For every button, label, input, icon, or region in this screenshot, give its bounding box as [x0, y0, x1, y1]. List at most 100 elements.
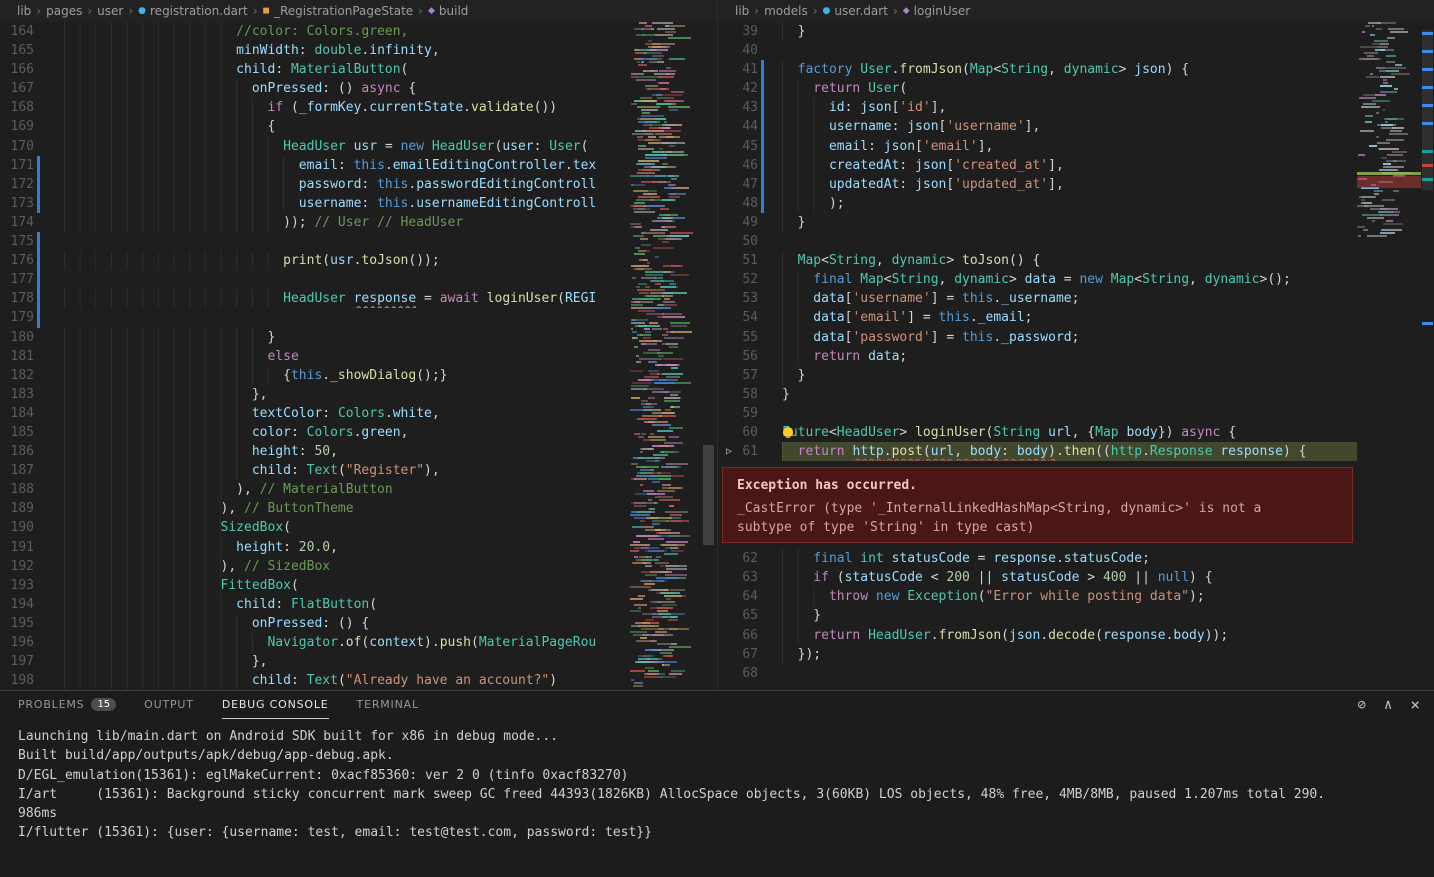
breakpoint-margin[interactable] [0, 595, 8, 614]
line-number[interactable]: 42 [740, 79, 758, 98]
line-number[interactable]: 164 [8, 22, 34, 41]
code-line[interactable]: 196 Navigator.of(context).push(MaterialPa… [0, 633, 630, 653]
code-line[interactable]: 191 height: 20.0, [0, 537, 630, 557]
code-line[interactable]: 55 data['password'] = this._password; [718, 327, 1357, 347]
panel-tab-problems[interactable]: PROBLEMS 15 [18, 691, 117, 719]
code-line[interactable]: 48); [718, 193, 1357, 213]
code-line[interactable]: 180} [0, 327, 630, 347]
breakpoint-margin[interactable] [718, 98, 740, 117]
line-number[interactable]: 189 [8, 499, 34, 518]
breakpoint-margin[interactable] [0, 79, 8, 98]
breadcrumb-item[interactable]: ● user.dart [823, 4, 888, 18]
breakpoint-margin[interactable] [0, 232, 8, 251]
minimap-left[interactable] [630, 22, 700, 690]
line-number[interactable]: 58 [740, 385, 758, 404]
breakpoint-margin[interactable] [0, 22, 8, 41]
breakpoint-margin[interactable] [718, 22, 740, 41]
line-number[interactable]: 50 [740, 232, 758, 251]
code-line[interactable]: 53 data['username'] = this._username; [718, 289, 1357, 309]
close-panel-icon[interactable]: × [1410, 697, 1420, 713]
line-number[interactable]: 170 [8, 137, 34, 156]
code-line[interactable]: 57} [718, 365, 1357, 385]
line-number[interactable]: 187 [8, 461, 34, 480]
code-line[interactable]: 51 Map<String, dynamic> toJson() { [718, 251, 1357, 271]
line-number[interactable]: 198 [8, 671, 34, 690]
line-number[interactable]: 53 [740, 289, 758, 308]
line-number[interactable]: 178 [8, 289, 34, 308]
breakpoint-margin[interactable] [0, 423, 8, 442]
line-number[interactable]: 171 [8, 156, 34, 175]
code-line[interactable]: 45 email: json['email'], [718, 136, 1357, 156]
line-number[interactable]: 173 [8, 194, 34, 213]
line-number[interactable]: 59 [740, 404, 758, 423]
breadcrumb-item[interactable]: ◆ build [428, 4, 468, 18]
breakpoint-margin[interactable] [718, 79, 740, 98]
breadcrumb-item[interactable]: pages [46, 4, 82, 18]
debug-current-frame-icon[interactable]: ▷ [718, 442, 740, 461]
breakpoint-margin[interactable] [0, 461, 8, 480]
breakpoint-margin[interactable] [718, 385, 740, 404]
panel-tab-debug-console[interactable]: DEBUG CONSOLE [221, 691, 329, 719]
code-line[interactable]: 173 username: this.usernameEditingControl… [0, 193, 630, 213]
breakpoint-margin[interactable] [0, 499, 8, 518]
line-number[interactable]: 45 [740, 137, 758, 156]
breakpoint-margin[interactable] [0, 289, 8, 308]
breadcrumb-item[interactable]: models [764, 4, 808, 18]
breakpoint-margin[interactable] [718, 175, 740, 194]
breakpoint-margin[interactable] [0, 328, 8, 347]
breakpoint-margin[interactable] [0, 60, 8, 79]
breakpoint-margin[interactable] [718, 117, 740, 136]
code-line[interactable]: 198 child: Text("Already have an account?… [0, 671, 630, 690]
line-number[interactable]: 197 [8, 652, 34, 671]
code-line[interactable]: 47 updatedAt: json['updated_at'], [718, 174, 1357, 194]
code-line[interactable]: 182 {this._showDialog();} [0, 365, 630, 385]
code-line[interactable]: 165 minWidth: double.infinity, [0, 41, 630, 61]
code-line[interactable]: 178 HeadUser response = await loginUser(R… [0, 289, 630, 309]
line-number[interactable]: 180 [8, 328, 34, 347]
code-line[interactable]: 169 { [0, 117, 630, 137]
line-number[interactable]: 63 [740, 568, 758, 587]
line-number[interactable]: 49 [740, 213, 758, 232]
breadcrumb-item[interactable]: ● registration.dart [138, 4, 248, 18]
code-line[interactable]: 176 print(usr.toJson()); [0, 251, 630, 271]
code-line[interactable]: 192), // SizedBox [0, 556, 630, 576]
breakpoint-margin[interactable] [718, 347, 740, 366]
code-line[interactable]: 164 //color: Colors.green, [0, 22, 630, 42]
lightbulb-icon[interactable] [783, 426, 793, 438]
breakpoint-margin[interactable] [718, 41, 740, 60]
code-line[interactable]: 42 return User( [718, 79, 1357, 99]
breakpoint-margin[interactable] [0, 194, 8, 213]
line-number[interactable]: 67 [740, 645, 758, 664]
line-number[interactable]: 167 [8, 79, 34, 98]
breadcrumb-item[interactable]: user [97, 4, 123, 18]
code-line[interactable]: 66 return HeadUser.fromJson(json.decode(r… [718, 625, 1357, 645]
line-number[interactable]: 168 [8, 98, 34, 117]
code-line[interactable]: 68 [718, 664, 1357, 683]
breakpoint-margin[interactable] [718, 549, 740, 568]
line-number[interactable]: 166 [8, 60, 34, 79]
panel-tab-terminal[interactable]: TERMINAL [357, 691, 419, 719]
code-line[interactable]: 167 onPressed: () async { [0, 79, 630, 99]
breadcrumb-item[interactable]: ◆ loginUser [903, 4, 971, 18]
breakpoint-margin[interactable] [718, 423, 740, 442]
line-number[interactable]: 194 [8, 595, 34, 614]
line-number[interactable]: 184 [8, 404, 34, 423]
line-number[interactable]: 46 [740, 156, 758, 175]
breakpoint-margin[interactable] [718, 328, 740, 347]
code-line[interactable]: 44 username: json['username'], [718, 117, 1357, 137]
scrollbar-left[interactable] [700, 22, 717, 690]
line-number[interactable]: 176 [8, 251, 34, 270]
code-line[interactable]: 50 [718, 232, 1357, 251]
line-number[interactable]: 165 [8, 41, 34, 60]
line-number[interactable]: 61 [740, 442, 758, 461]
code-line[interactable]: 190 SizedBox( [0, 518, 630, 538]
code-line[interactable]: 67}); [718, 644, 1357, 664]
line-number[interactable]: 54 [740, 308, 758, 327]
code-line[interactable]: 43 id: json['id'], [718, 98, 1357, 118]
line-number[interactable]: 172 [8, 175, 34, 194]
breakpoint-margin[interactable] [718, 645, 740, 664]
code-line[interactable]: 194 child: FlatButton( [0, 594, 630, 614]
breakpoint-margin[interactable] [718, 587, 740, 606]
breakpoint-margin[interactable] [0, 98, 8, 117]
code-line[interactable]: 49} [718, 212, 1357, 233]
